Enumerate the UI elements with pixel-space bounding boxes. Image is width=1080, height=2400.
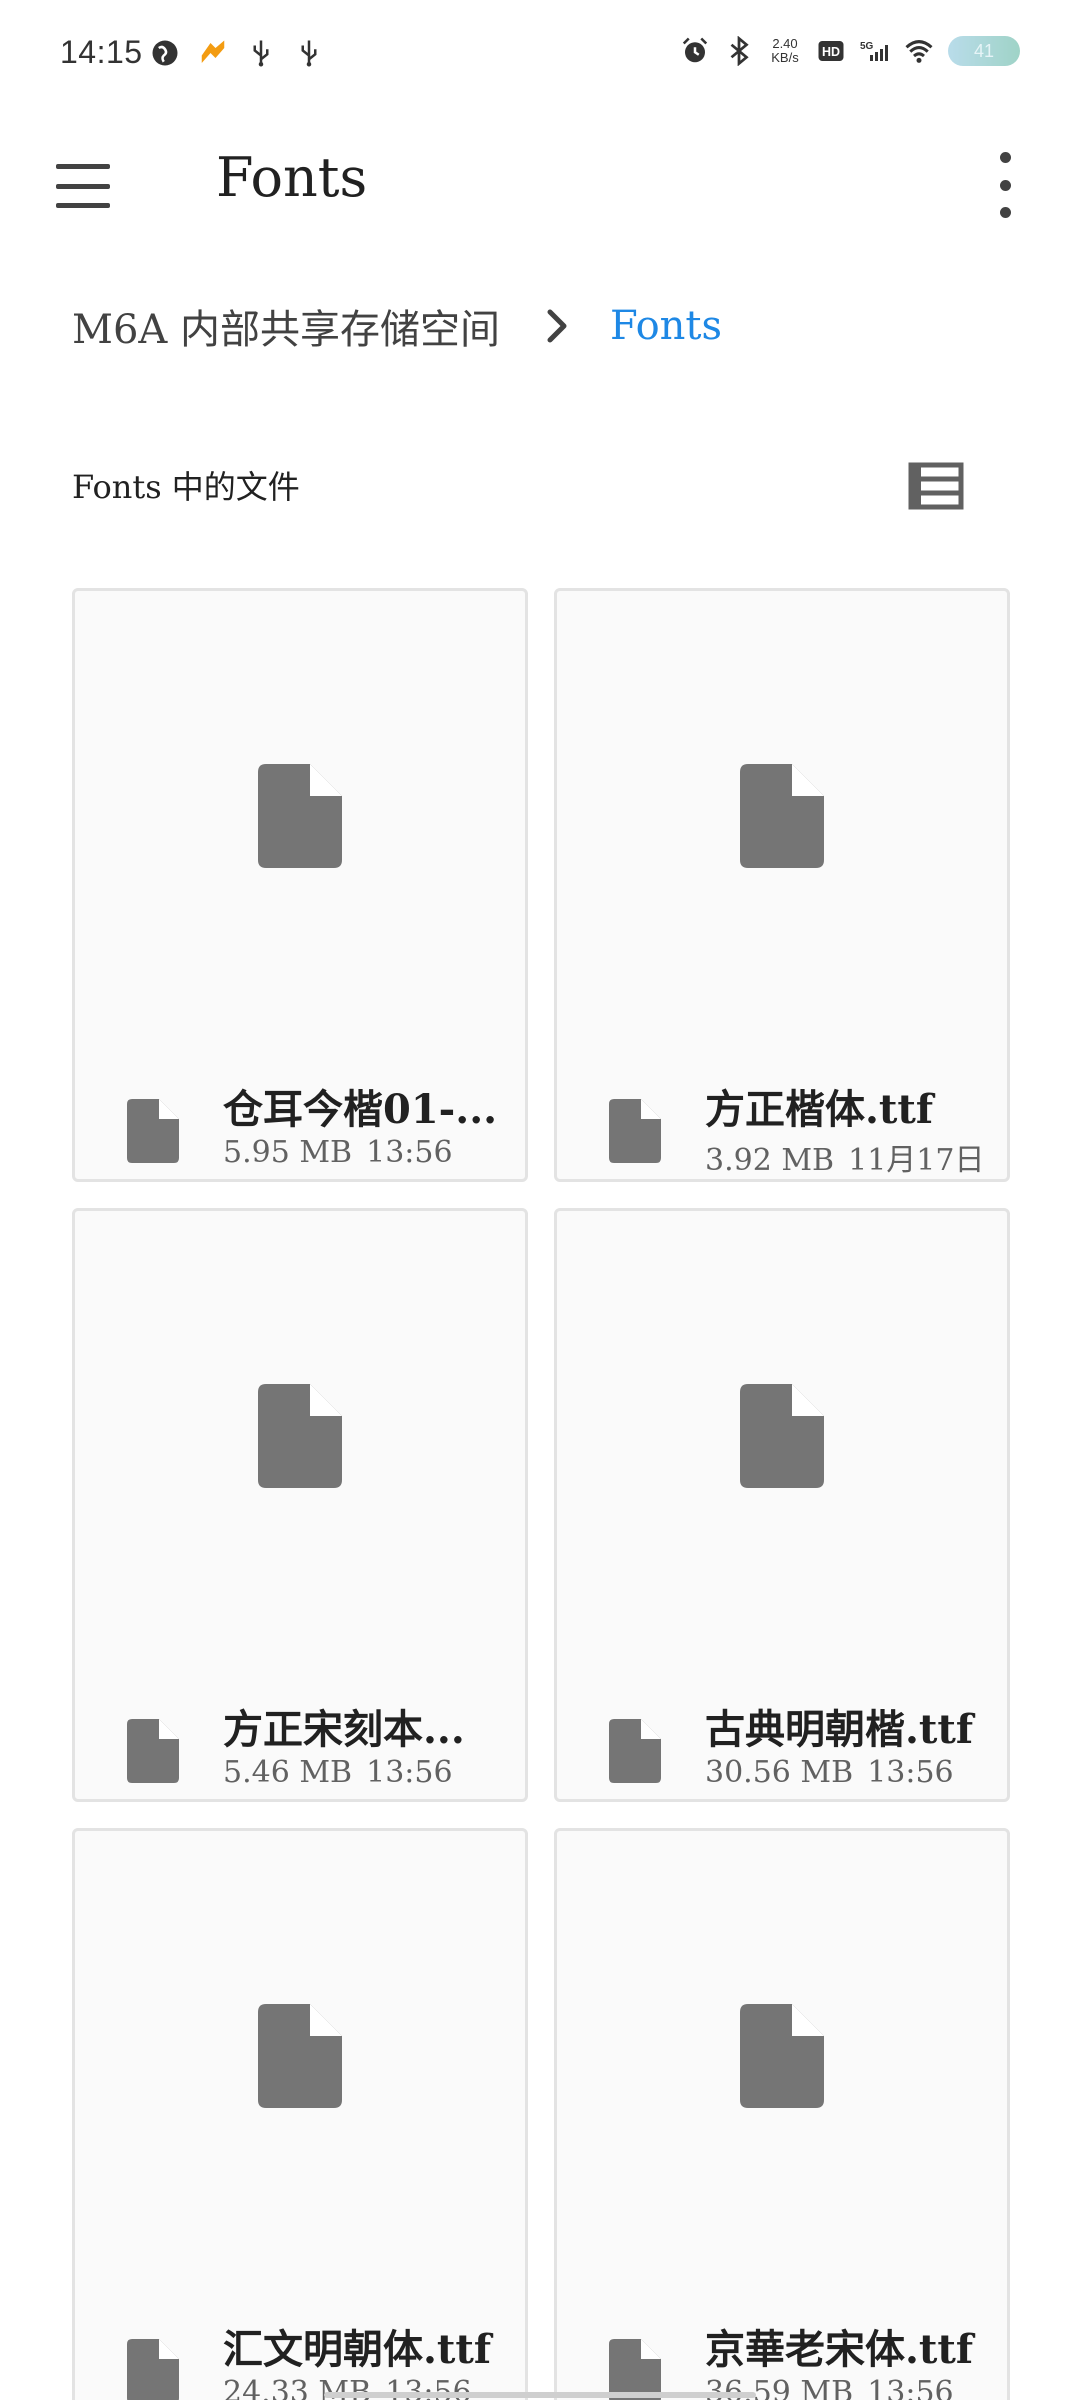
alarm-icon bbox=[682, 37, 708, 63]
file-date: 13:56 bbox=[366, 1755, 453, 1790]
status-right-icons: 2.40 KB/s HD 5G 41 bbox=[680, 36, 1020, 66]
file-type-icon bbox=[609, 1719, 661, 1783]
file-card[interactable]: 古典明朝楷.ttf 30.56 MB 13:56 bbox=[554, 1208, 1010, 1802]
more-options-button[interactable] bbox=[990, 152, 1020, 218]
file-type-icon bbox=[127, 2339, 179, 2400]
file-card-footer: 汇文明朝体.ttf 24.33 MB 13:56 bbox=[75, 2317, 525, 2400]
file-card-footer: 方正宋刻本... 5.46 MB 13:56 bbox=[75, 1697, 525, 1797]
app-bar: Fonts bbox=[0, 120, 1080, 240]
file-icon bbox=[740, 764, 824, 868]
file-card[interactable]: 方正楷体.ttf 3.92 MB 11月17日 bbox=[554, 588, 1010, 1182]
5g-signal-icon: 5G bbox=[860, 41, 888, 61]
file-card-footer: 仓耳今楷01-... 5.95 MB 13:56 bbox=[75, 1077, 525, 1177]
file-thumbnail bbox=[557, 591, 1007, 1041]
file-date: 11月17日 bbox=[848, 1143, 985, 1178]
hd-icon: HD bbox=[818, 41, 844, 61]
file-type-icon bbox=[127, 1719, 179, 1783]
wifi-icon bbox=[905, 40, 933, 63]
file-size: 5.46 MB bbox=[223, 1755, 353, 1790]
usb-debug-icon bbox=[301, 40, 317, 67]
file-size: 3.92 MB bbox=[705, 1143, 835, 1178]
file-thumbnail bbox=[75, 1211, 525, 1661]
file-meta: 30.56 MB 13:56 bbox=[705, 1755, 995, 1790]
more-vert-icon-dot bbox=[999, 207, 1011, 218]
file-meta: 5.46 MB 13:56 bbox=[223, 1755, 513, 1790]
file-date: 13:56 bbox=[867, 1755, 954, 1790]
file-thumbnail bbox=[557, 1831, 1007, 2281]
file-name: 京華老宋体.ttf bbox=[705, 2326, 974, 2373]
more-vert-icon-dot bbox=[999, 179, 1011, 191]
home-indicator[interactable] bbox=[324, 2392, 756, 2398]
file-date: 13:56 bbox=[366, 1135, 453, 1170]
section-title: Fonts 中的文件 bbox=[72, 468, 300, 506]
file-type-icon bbox=[609, 2339, 661, 2400]
file-manager-screen: 14:15 2.40 KB/s HD 5G 41 Fonts M6A 内部共享存… bbox=[0, 0, 1080, 2400]
file-card[interactable]: 仓耳今楷01-... 5.95 MB 13:56 bbox=[72, 588, 528, 1182]
breadcrumb: M6A 内部共享存储空间 Fonts bbox=[72, 296, 722, 356]
svg-text:5G: 5G bbox=[860, 41, 874, 52]
chevron-right-icon bbox=[547, 309, 567, 343]
hamburger-icon-line bbox=[56, 203, 110, 208]
battery-level: 41 bbox=[973, 40, 995, 61]
list-view-icon[interactable] bbox=[908, 462, 964, 510]
more-vert-icon-dot bbox=[999, 152, 1011, 163]
svg-text:HD: HD bbox=[822, 45, 840, 59]
bluetooth-icon bbox=[730, 36, 749, 66]
page-title: Fonts bbox=[216, 146, 368, 209]
file-type-icon bbox=[127, 1099, 179, 1163]
breadcrumb-root[interactable]: M6A 内部共享存储空间 bbox=[72, 297, 500, 355]
file-icon bbox=[258, 1384, 342, 1488]
file-date: 13:56 bbox=[867, 2375, 954, 2400]
menu-button[interactable] bbox=[50, 156, 120, 216]
breadcrumb-current[interactable]: Fonts bbox=[610, 303, 722, 349]
status-bar: 14:15 2.40 KB/s HD 5G 41 bbox=[0, 0, 1080, 110]
file-name: 仓耳今楷01-... bbox=[223, 1086, 498, 1133]
status-time: 14:15 bbox=[60, 34, 143, 70]
file-icon bbox=[740, 1384, 824, 1488]
file-icon bbox=[740, 2004, 824, 2108]
app-notification-icon bbox=[201, 40, 225, 63]
battery-indicator: 41 bbox=[948, 36, 1020, 66]
file-icon bbox=[258, 764, 342, 868]
hamburger-icon-line bbox=[56, 183, 110, 189]
file-card[interactable]: 汇文明朝体.ttf 24.33 MB 13:56 bbox=[72, 1828, 528, 2400]
file-card-footer: 京華老宋体.ttf 36.59 MB 13:56 bbox=[557, 2317, 1007, 2400]
usb-icon bbox=[253, 40, 269, 67]
file-meta: 5.95 MB 13:56 bbox=[223, 1135, 513, 1170]
network-speed-unit: KB/s bbox=[771, 50, 799, 65]
file-card[interactable]: 方正宋刻本... 5.46 MB 13:56 bbox=[72, 1208, 528, 1802]
network-speed: 2.40 KB/s bbox=[768, 37, 802, 65]
file-name: 方正楷体.ttf bbox=[705, 1086, 934, 1133]
file-name: 方正宋刻本... bbox=[223, 1706, 465, 1753]
file-meta: 3.92 MB 11月17日 bbox=[705, 1135, 995, 1179]
file-icon bbox=[258, 2004, 342, 2108]
network-speed-value: 2.40 bbox=[772, 36, 798, 51]
file-card[interactable]: 京華老宋体.ttf 36.59 MB 13:56 bbox=[554, 1828, 1010, 2400]
globe-icon bbox=[152, 40, 178, 66]
hamburger-icon-line bbox=[56, 164, 110, 169]
file-card-footer: 方正楷体.ttf 3.92 MB 11月17日 bbox=[557, 1077, 1007, 1179]
file-type-icon bbox=[609, 1099, 661, 1163]
file-thumbnail bbox=[75, 1831, 525, 2281]
file-size: 5.95 MB bbox=[223, 1135, 353, 1170]
file-thumbnail bbox=[75, 591, 525, 1041]
file-size: 30.56 MB bbox=[705, 1755, 854, 1790]
file-thumbnail bbox=[557, 1211, 1007, 1661]
file-name: 古典明朝楷.ttf bbox=[705, 1706, 974, 1753]
status-left-icons bbox=[150, 38, 324, 68]
file-name: 汇文明朝体.ttf bbox=[223, 2326, 492, 2373]
file-card-footer: 古典明朝楷.ttf 30.56 MB 13:56 bbox=[557, 1697, 1007, 1797]
